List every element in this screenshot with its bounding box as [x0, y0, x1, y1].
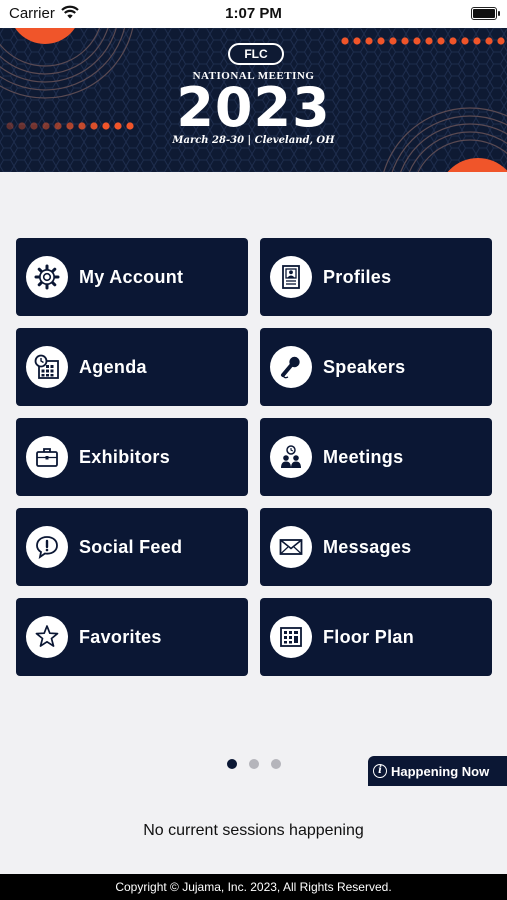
page-dot-3[interactable] — [271, 759, 281, 769]
favorites-button[interactable]: Favorites — [16, 598, 248, 676]
meetings-label: Meetings — [323, 447, 404, 467]
messages-button[interactable]: Messages — [260, 508, 492, 586]
my-account-button[interactable]: My Account — [16, 238, 248, 316]
favorites-label: Favorites — [79, 627, 162, 647]
speakers-label: Speakers — [323, 357, 406, 377]
event-banner: FLC NATIONAL MEETING 2023 March 28-30 | … — [0, 28, 507, 172]
profiles-button[interactable]: Profiles — [260, 238, 492, 316]
info-icon: i — [373, 764, 387, 778]
people-meeting-icon — [270, 436, 312, 478]
banner-year: 2023 — [176, 76, 331, 139]
happening-now-panel: No current sessions happening — [0, 786, 507, 874]
meetings-button[interactable]: Meetings — [260, 418, 492, 496]
exhibitors-label: Exhibitors — [79, 447, 171, 467]
page-dot-2[interactable] — [249, 759, 259, 769]
messages-label: Messages — [323, 537, 412, 557]
flc-logo: FLC — [228, 43, 284, 65]
envelope-icon — [270, 526, 312, 568]
page-dot-1[interactable] — [227, 759, 237, 769]
floor-plan-label: Floor Plan — [323, 627, 415, 647]
speech-bubble-alert-icon — [26, 526, 68, 568]
star-icon — [26, 616, 68, 658]
floor-plan-button[interactable]: Floor Plan — [260, 598, 492, 676]
calendar-clock-icon — [26, 346, 68, 388]
clock: 1:07 PM — [225, 5, 282, 22]
agenda-label: Agenda — [79, 357, 147, 377]
battery-icon — [471, 7, 500, 20]
floor-plan-icon — [270, 616, 312, 658]
agenda-button[interactable]: Agenda — [16, 328, 248, 406]
banner-dates: March 28-30 | Cleveland, OH — [172, 135, 335, 146]
exhibitors-button[interactable]: Exhibitors — [16, 418, 248, 496]
briefcase-icon — [26, 436, 68, 478]
no-sessions-message: No current sessions happening — [143, 822, 364, 839]
happening-now-button[interactable]: i Happening Now — [368, 756, 507, 786]
status-bar: Carrier 1:07 PM — [0, 0, 507, 28]
profiles-label: Profiles — [323, 267, 392, 287]
my-account-label: My Account — [79, 267, 184, 287]
gear-icon — [26, 256, 68, 298]
social-feed-button[interactable]: Social Feed — [16, 508, 248, 586]
microphone-icon — [270, 346, 312, 388]
social-feed-label: Social Feed — [79, 537, 183, 557]
profile-card-icon — [270, 256, 312, 298]
speakers-button[interactable]: Speakers — [260, 328, 492, 406]
happening-now-label: Happening Now — [391, 764, 490, 779]
copyright-footer: Copyright © Jujama, Inc. 2023, All Right… — [0, 874, 507, 900]
